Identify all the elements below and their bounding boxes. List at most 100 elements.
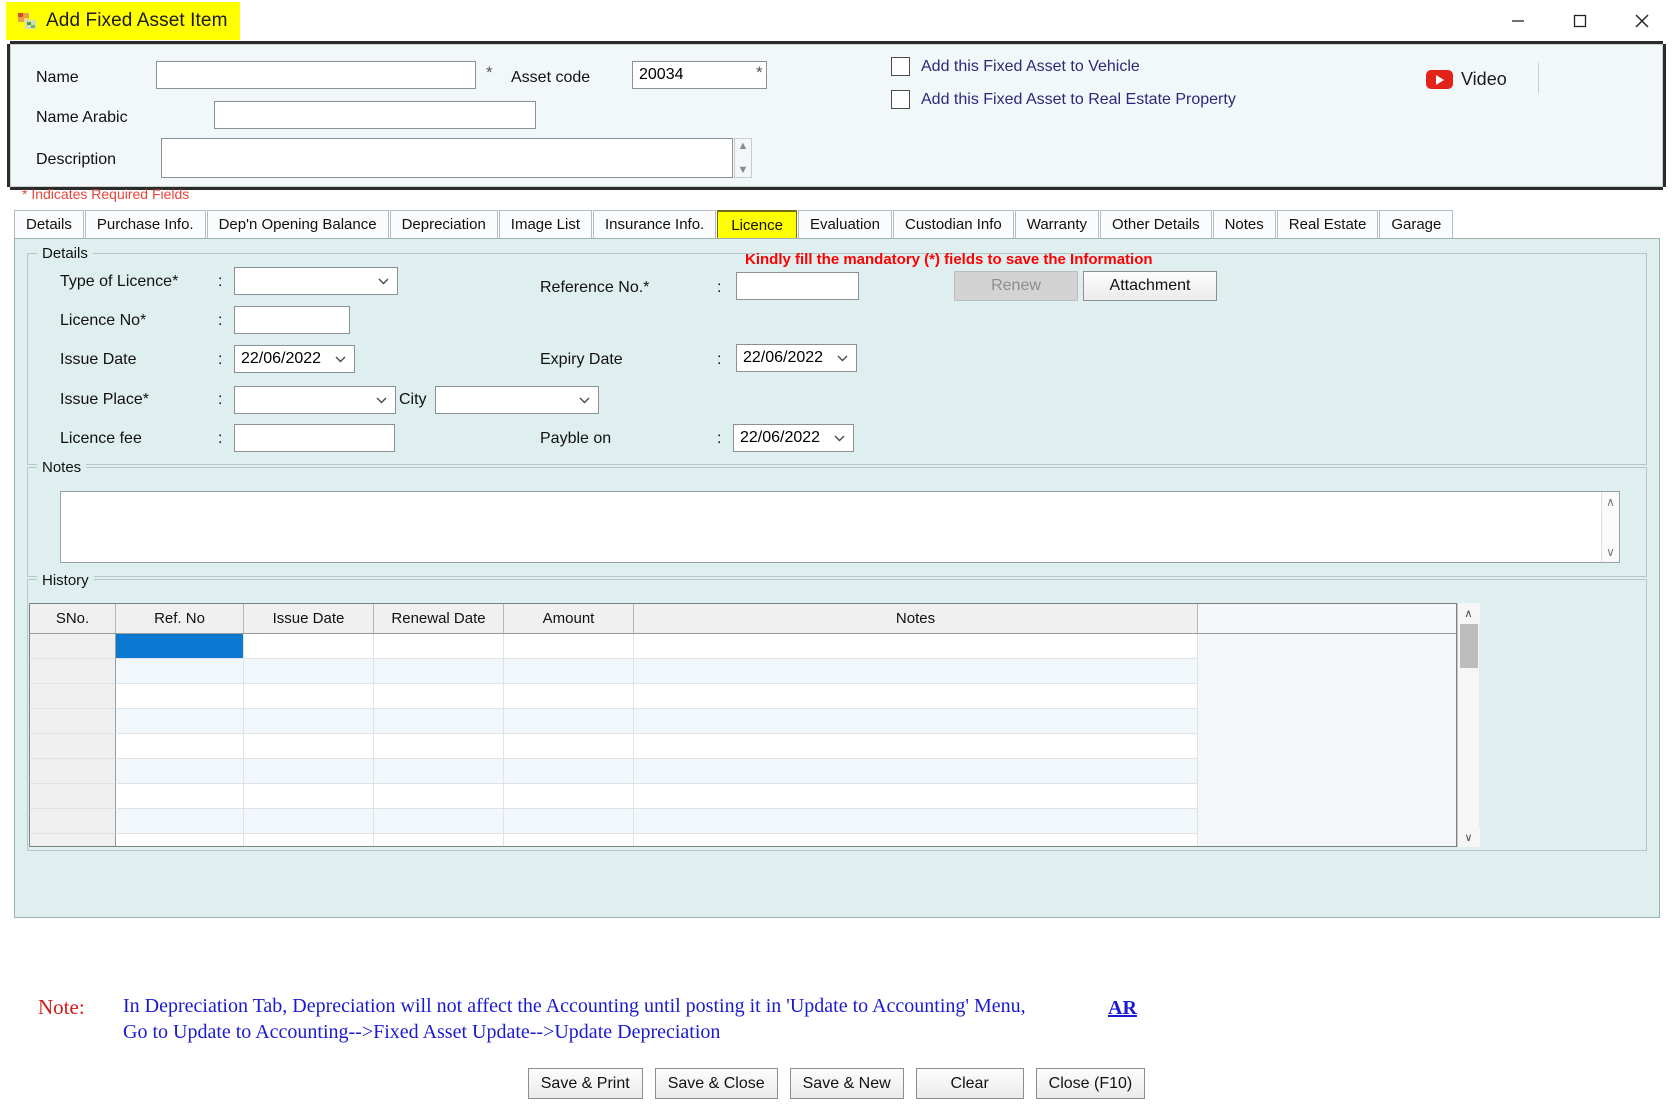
scroll-up-icon[interactable]: ∧ <box>1606 495 1615 509</box>
column-header-issue-date[interactable]: Issue Date <box>244 604 374 633</box>
table-cell-ref-no[interactable] <box>116 784 244 809</box>
table-cell-notes[interactable] <box>634 709 1198 734</box>
ar-language-link[interactable]: AR <box>1108 997 1137 1020</box>
table-cell-issue-date[interactable] <box>244 684 374 709</box>
table-cell-notes[interactable] <box>634 759 1198 784</box>
scroll-up-icon[interactable]: ▲ <box>738 140 749 152</box>
table-cell-renewal-date[interactable] <box>374 834 504 846</box>
chevron-down-icon[interactable] <box>837 349 848 367</box>
tab-evaluation[interactable]: Evaluation <box>797 210 892 239</box>
type-of-licence-select[interactable] <box>234 267 398 295</box>
table-cell-notes[interactable] <box>634 634 1198 659</box>
table-cell-renewal-date[interactable] <box>374 734 504 759</box>
close-f10-button[interactable]: Close (F10) <box>1035 1068 1146 1099</box>
chevron-down-icon[interactable] <box>376 391 387 409</box>
column-header-sno[interactable]: SNo. <box>30 604 116 633</box>
table-cell-issue-date[interactable] <box>244 709 374 734</box>
table-cell-sno[interactable] <box>30 809 116 834</box>
tab-details[interactable]: Details <box>14 210 84 239</box>
chevron-down-icon[interactable] <box>579 391 590 409</box>
description-scrollbar[interactable]: ▲ ▼ <box>734 138 752 178</box>
issue-place-select[interactable] <box>234 386 396 414</box>
checkbox-real-estate-box[interactable] <box>891 90 910 109</box>
table-cell-amount[interactable] <box>504 759 634 784</box>
table-cell-amount[interactable] <box>504 709 634 734</box>
column-header-amount[interactable]: Amount <box>504 604 634 633</box>
table-cell-ref-no[interactable] <box>116 659 244 684</box>
table-cell-ref-no[interactable] <box>116 709 244 734</box>
table-cell-issue-date[interactable] <box>244 759 374 784</box>
table-cell-amount[interactable] <box>504 784 634 809</box>
column-header-renewal-date[interactable]: Renewal Date <box>374 604 504 633</box>
scroll-down-icon[interactable]: ∨ <box>1457 827 1480 847</box>
issue-date-picker[interactable]: 22/06/2022 <box>234 345 355 373</box>
tab-real-estate[interactable]: Real Estate <box>1276 210 1379 239</box>
table-cell-renewal-date[interactable] <box>374 634 504 659</box>
column-header-ref-no[interactable]: Ref. No <box>116 604 244 633</box>
table-cell-renewal-date[interactable] <box>374 684 504 709</box>
minimize-button[interactable] <box>1487 0 1549 42</box>
tab-warranty[interactable]: Warranty <box>1014 210 1100 239</box>
scroll-up-icon[interactable]: ∧ <box>1457 603 1480 623</box>
tab-purchase-info[interactable]: Purchase Info. <box>84 210 206 239</box>
scroll-down-icon[interactable]: ▼ <box>738 164 749 176</box>
table-row[interactable] <box>30 684 1456 709</box>
table-cell-sno[interactable] <box>30 684 116 709</box>
tab-licence[interactable]: Licence <box>717 210 797 239</box>
table-cell-amount[interactable] <box>504 734 634 759</box>
scroll-down-icon[interactable]: ∨ <box>1606 545 1615 559</box>
table-cell-ref-no[interactable] <box>116 734 244 759</box>
tab-notes[interactable]: Notes <box>1212 210 1276 239</box>
expiry-date-picker[interactable]: 22/06/2022 <box>736 344 857 372</box>
tab-insurance-info[interactable]: Insurance Info. <box>593 210 717 239</box>
table-row[interactable] <box>30 834 1456 846</box>
table-row[interactable] <box>30 634 1456 659</box>
table-row[interactable] <box>30 809 1456 834</box>
video-button[interactable]: Video <box>1426 69 1507 90</box>
table-cell-sno[interactable] <box>30 659 116 684</box>
table-cell-ref-no[interactable] <box>116 834 244 846</box>
save-and-close-button[interactable]: Save & Close <box>654 1068 778 1099</box>
licence-fee-input[interactable] <box>234 424 395 452</box>
clear-button[interactable]: Clear <box>915 1068 1024 1099</box>
notes-scrollbar[interactable]: ∧ ∨ <box>1601 492 1619 562</box>
notes-textarea-wrapper[interactable]: ∧ ∨ <box>60 491 1620 563</box>
attachment-button[interactable]: Attachment <box>1083 271 1217 301</box>
chevron-down-icon[interactable] <box>335 350 346 368</box>
table-cell-notes[interactable] <box>634 784 1198 809</box>
table-cell-sno[interactable] <box>30 834 116 846</box>
table-cell-renewal-date[interactable] <box>374 709 504 734</box>
close-button[interactable] <box>1611 0 1673 42</box>
table-cell-notes[interactable] <box>634 659 1198 684</box>
table-cell-amount[interactable] <box>504 834 634 846</box>
licence-no-input[interactable] <box>234 306 350 334</box>
table-cell-renewal-date[interactable] <box>374 784 504 809</box>
tab-other-details[interactable]: Other Details <box>1100 210 1212 239</box>
tab-image-list[interactable]: Image List <box>498 210 592 239</box>
table-cell-ref-no[interactable] <box>116 684 244 709</box>
city-select[interactable] <box>435 386 599 414</box>
scrollbar-thumb[interactable] <box>1460 624 1478 668</box>
table-cell-renewal-date[interactable] <box>374 809 504 834</box>
save-and-print-button[interactable]: Save & Print <box>527 1068 643 1099</box>
table-cell-amount[interactable] <box>504 659 634 684</box>
table-cell-notes[interactable] <box>634 734 1198 759</box>
table-row[interactable] <box>30 659 1456 684</box>
table-cell-notes[interactable] <box>634 834 1198 846</box>
table-cell-notes[interactable] <box>634 684 1198 709</box>
table-cell-sno[interactable] <box>30 784 116 809</box>
table-cell-issue-date[interactable] <box>244 634 374 659</box>
table-cell-sno[interactable] <box>30 759 116 784</box>
table-cell-notes[interactable] <box>634 809 1198 834</box>
chevron-down-icon[interactable] <box>378 272 389 290</box>
name-input[interactable] <box>156 61 476 89</box>
table-cell-issue-date[interactable] <box>244 784 374 809</box>
checkbox-vehicle-box[interactable] <box>891 57 910 76</box>
table-cell-issue-date[interactable] <box>244 809 374 834</box>
tab-depn-opening-balance[interactable]: Dep'n Opening Balance <box>206 210 389 239</box>
maximize-button[interactable] <box>1549 0 1611 42</box>
notes-textarea[interactable] <box>61 492 1601 562</box>
table-row[interactable] <box>30 709 1456 734</box>
tab-custodian-info[interactable]: Custodian Info <box>893 210 1014 239</box>
chevron-down-icon[interactable] <box>834 429 845 447</box>
